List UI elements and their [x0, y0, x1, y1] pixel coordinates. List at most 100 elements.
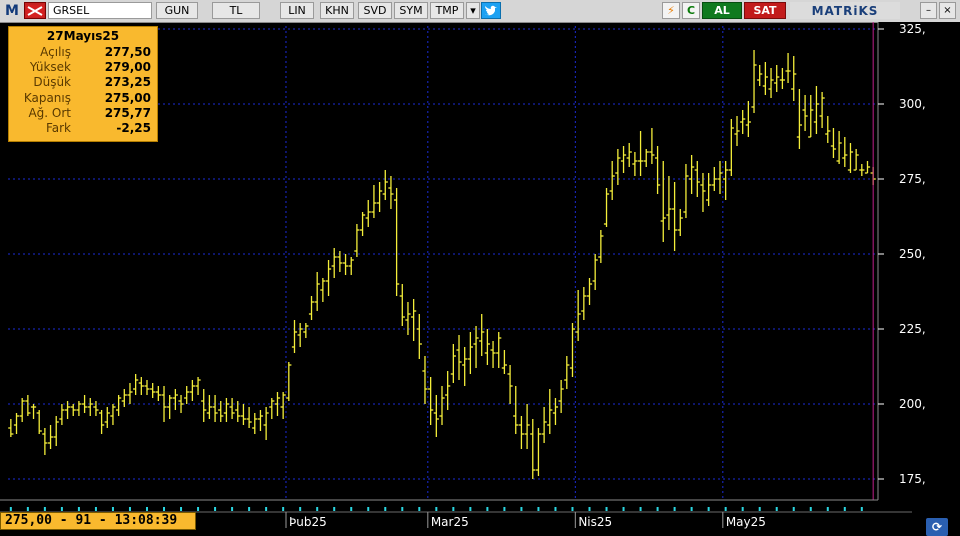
- x-tick-marker: [43, 507, 46, 511]
- ohlc-bar: [745, 101, 751, 137]
- info-label: Kapanış: [23, 90, 71, 105]
- ohlc-bar: [467, 332, 473, 374]
- flag-icon[interactable]: [24, 2, 46, 19]
- ohlc-bar: [365, 200, 371, 227]
- x-tick-marker: [9, 507, 12, 511]
- x-tick-marker: [554, 507, 557, 511]
- sym-button[interactable]: SYM: [394, 2, 428, 19]
- ohlc-bar: [462, 347, 468, 386]
- ohlc-bar: [598, 230, 604, 263]
- x-tick-marker: [673, 507, 676, 511]
- ohlc-bar: [348, 257, 354, 275]
- ohlc-bar: [189, 380, 195, 401]
- ohlc-bar: [507, 365, 513, 404]
- ohlc-bar: [774, 65, 780, 92]
- ohlc-bar: [212, 395, 218, 422]
- ohlc-bar: [575, 290, 581, 341]
- ohlc-bar: [626, 143, 632, 167]
- sell-button[interactable]: SAT: [744, 2, 786, 19]
- ohlc-bar: [422, 356, 428, 404]
- period-button[interactable]: GUN: [156, 2, 198, 19]
- x-tick-label: Mar25: [431, 515, 469, 529]
- ohlc-bar: [796, 89, 803, 149]
- minimize-icon[interactable]: –: [920, 2, 937, 19]
- svd-button[interactable]: SVD: [358, 2, 392, 19]
- buy-button[interactable]: AL: [702, 2, 742, 19]
- x-tick-marker: [77, 507, 80, 511]
- x-tick-marker: [111, 507, 114, 511]
- app-window: { "toolbar": { "logo": "M", "symbol": "G…: [0, 0, 960, 536]
- ohlc-bar: [813, 86, 820, 134]
- info-row-change: Fark -2,25: [9, 121, 157, 136]
- twitter-icon[interactable]: [481, 2, 501, 19]
- info-label: Açılış: [40, 45, 71, 59]
- ohlc-bar: [677, 209, 683, 236]
- info-label: Düşük: [33, 75, 71, 90]
- ohlc-bar: [150, 383, 156, 398]
- ohlc-bar: [791, 56, 797, 101]
- ohlc-bar: [359, 212, 366, 236]
- matriks-logo-icon[interactable]: M: [3, 2, 21, 19]
- ohlc-bar: [456, 335, 462, 380]
- x-tick-marker: [469, 507, 472, 511]
- scroll-refresh-icon[interactable]: ⟳: [926, 518, 948, 536]
- x-tick-marker: [60, 507, 63, 511]
- x-tick-marker: [843, 507, 846, 511]
- ohlc-bar: [762, 62, 768, 95]
- ohlc-bar: [541, 407, 547, 443]
- ohlc-bar: [354, 224, 360, 257]
- tmp-button[interactable]: TMP: [430, 2, 464, 19]
- x-tick-label: Þub25: [289, 515, 327, 529]
- dropdown-arrow-icon[interactable]: ▾: [466, 2, 480, 19]
- y-tick-label: 200,: [899, 397, 926, 411]
- ohlc-bar: [416, 314, 422, 359]
- x-tick-marker: [128, 507, 131, 511]
- ohlc-bar: [853, 149, 859, 171]
- ohlc-bar: [751, 50, 757, 113]
- x-tick-marker: [605, 507, 608, 511]
- close-icon[interactable]: ×: [939, 2, 956, 19]
- ohlc-bar: [411, 299, 417, 341]
- ohlc-bar: [87, 398, 93, 416]
- ohlc-bar: [116, 395, 122, 416]
- x-tick-marker: [418, 507, 421, 511]
- khn-button[interactable]: KHN: [320, 2, 354, 19]
- ohlc-bar: [547, 389, 553, 434]
- ohlc-bar: [133, 374, 139, 395]
- ohlc-bar: [496, 332, 502, 368]
- info-value: -2,25: [116, 120, 151, 135]
- ohlc-bar: [439, 386, 445, 425]
- lightning-icon[interactable]: ⚡: [662, 2, 680, 19]
- ohlc-bar: [8, 419, 14, 437]
- ohlc-bar: [825, 116, 831, 143]
- x-tick-marker: [367, 507, 370, 511]
- info-row-open: Açılış 277,50: [9, 45, 157, 60]
- symbol-input[interactable]: GRSEL: [48, 2, 152, 19]
- ohlc-bar: [246, 407, 252, 428]
- ohlc-bar: [654, 146, 661, 194]
- ohlc-bar: [830, 128, 837, 158]
- scale-button[interactable]: LIN: [280, 2, 314, 19]
- x-tick-marker: [622, 507, 625, 511]
- ohlc-bar: [229, 398, 235, 419]
- ohlc-bar: [490, 341, 496, 368]
- ohlc-bar: [325, 260, 332, 296]
- currency-button[interactable]: TL: [212, 2, 260, 19]
- ohlc-bar: [76, 401, 82, 416]
- x-tick-marker: [163, 507, 166, 511]
- y-axis-background: [878, 22, 960, 512]
- ohlc-bar: [257, 410, 264, 431]
- ohlc-bar: [104, 407, 110, 428]
- ohlc-bar: [42, 428, 48, 455]
- ohlc-bar: [473, 326, 479, 368]
- refresh-icon[interactable]: C: [682, 2, 700, 19]
- y-tick-label: 275,: [899, 172, 926, 186]
- ohlc-bar: [637, 131, 644, 176]
- ohlc-bar: [81, 395, 88, 413]
- x-tick-marker: [248, 507, 251, 511]
- ohlc-bar: [121, 389, 127, 407]
- ohlc-bar: [291, 320, 298, 353]
- info-row-close: Kapanış 275,00: [9, 91, 157, 106]
- ohlc-bar: [342, 254, 349, 275]
- x-tick-marker: [316, 507, 319, 511]
